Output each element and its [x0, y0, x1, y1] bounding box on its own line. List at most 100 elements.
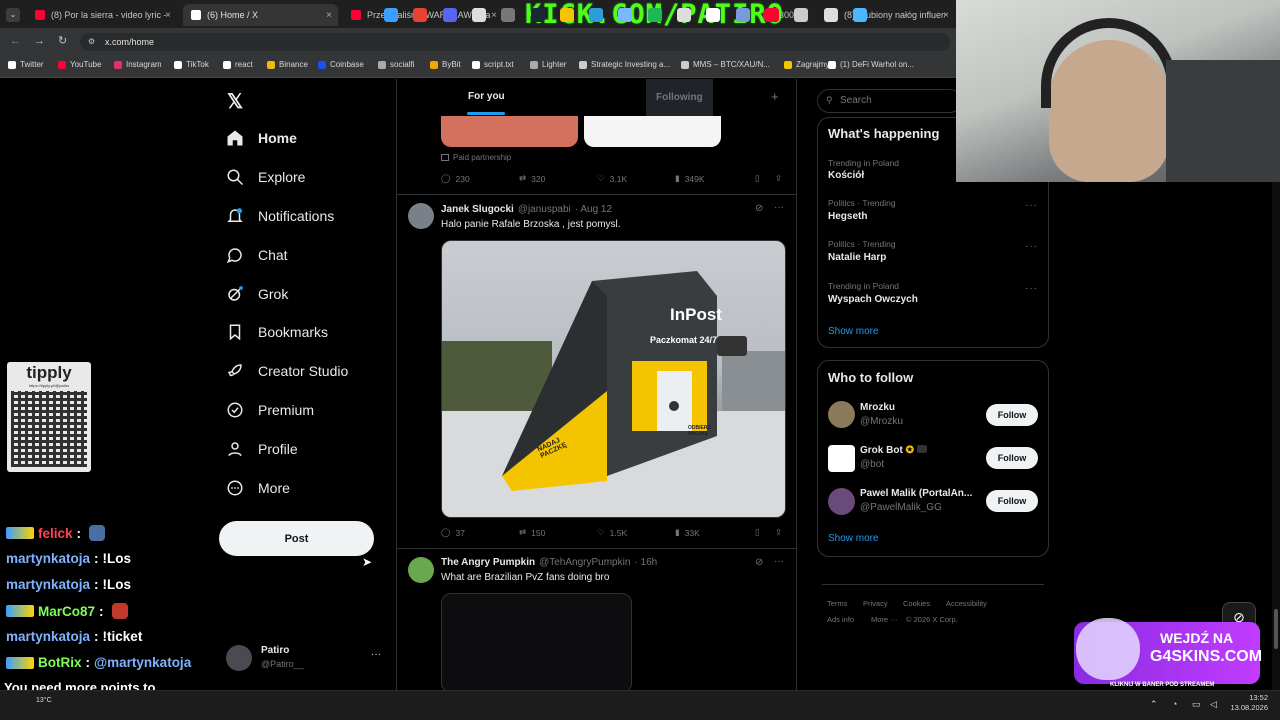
nav-explore[interactable]: Explore — [226, 168, 305, 186]
close-tab-icon[interactable]: × — [326, 10, 332, 21]
forward-icon[interactable]: → — [34, 35, 45, 47]
tab-for-you[interactable]: For you — [468, 91, 505, 102]
discord-icon[interactable] — [442, 8, 457, 22]
nav-creator-studio[interactable]: Creator Studio — [226, 362, 348, 380]
ad-image-2[interactable] — [584, 116, 721, 147]
steam-icon[interactable] — [530, 8, 545, 22]
ccleaner-icon[interactable] — [589, 8, 604, 22]
bookmark-item[interactable]: YouTube — [58, 60, 101, 69]
bookmark-item[interactable]: Lighter — [530, 60, 566, 69]
footer-link-privacy[interactable]: Privacy — [863, 599, 888, 608]
search-input[interactable]: Search — [817, 89, 962, 113]
x-icon[interactable] — [706, 8, 721, 22]
bookmark-button[interactable]: ▯ — [755, 173, 760, 184]
tab-following[interactable]: Following — [646, 79, 713, 116]
tweet-author-handle[interactable]: @TehAngryPumpkin — [539, 557, 630, 568]
ad-image-1[interactable] — [441, 116, 578, 147]
more-dots-icon[interactable]: ··· — [1025, 241, 1038, 252]
reload-icon[interactable]: ↻ — [58, 34, 67, 47]
bookmark-button[interactable]: ▯ — [755, 527, 760, 538]
footer-link-more[interactable]: More ··· — [871, 615, 898, 624]
obs-icon[interactable] — [501, 8, 516, 22]
footer-link-terms[interactable]: Terms — [827, 599, 847, 608]
reply-button[interactable]: ◯ 37 — [441, 527, 465, 538]
grok-icon[interactable]: ⊘ — [755, 557, 763, 568]
tweet-avatar[interactable] — [408, 557, 434, 583]
weather-widget[interactable]: 13°C — [36, 697, 52, 704]
files-icon[interactable] — [559, 8, 574, 22]
follow-button[interactable]: Follow — [986, 404, 1038, 426]
paint-icon[interactable] — [471, 8, 486, 22]
footer-link-cookies[interactable]: Cookies — [903, 599, 930, 608]
nav-premium[interactable]: Premium — [226, 401, 314, 419]
clock[interactable]: 13:52 13.08.2026 — [1228, 693, 1268, 713]
bell-icon[interactable] — [823, 8, 838, 22]
start-icon[interactable] — [384, 8, 398, 22]
scrollbar-thumb[interactable] — [1274, 609, 1278, 649]
games-icon[interactable] — [735, 8, 750, 22]
bookmark-item[interactable]: react — [223, 60, 253, 69]
close-tab-icon[interactable]: × — [491, 10, 497, 21]
youtube-icon[interactable] — [764, 8, 779, 22]
tweet-more-icon[interactable]: ··· — [774, 202, 784, 213]
volume-icon[interactable]: ▭ — [1192, 699, 1201, 710]
tweet-author-name[interactable]: Janek Slugocki — [441, 204, 514, 215]
grok-icon[interactable]: ⊘ — [755, 203, 763, 214]
back-icon[interactable]: ← — [10, 35, 21, 47]
follow-button[interactable]: Follow — [986, 490, 1038, 512]
notepad-icon[interactable] — [852, 8, 867, 22]
x-logo-icon[interactable]: 𝕏 — [227, 89, 243, 114]
tray-up-icon[interactable]: ⌃ — [1150, 699, 1158, 710]
nav-grok[interactable]: Grok — [226, 285, 288, 303]
nav-bookmarks[interactable]: Bookmarks — [226, 323, 328, 341]
bookmark-item[interactable]: Coinbase — [318, 60, 364, 69]
bookmark-item[interactable]: Zagrajmy — [784, 60, 829, 69]
share-button[interactable]: ⇪ — [775, 173, 782, 184]
browser-tab[interactable]: (6) Home / X × — [183, 4, 338, 26]
close-tab-icon[interactable]: × — [165, 10, 171, 21]
promo-banner[interactable]: WEJDŹ NA G4SKINS.COM KLIKNIJ W BANER POD… — [1064, 616, 1262, 692]
more-dots-icon[interactable]: ··· — [1025, 283, 1038, 294]
reply-button[interactable]: ◯ 230 — [441, 173, 470, 184]
bookmark-item[interactable]: TikTok — [174, 60, 209, 69]
browser-tab[interactable]: (8) Por la sierra - video lyric - Yo × — [27, 4, 177, 26]
views-button[interactable]: ▮ 349K — [675, 173, 705, 184]
add-tab-icon[interactable]: + — [771, 89, 779, 104]
tweet-more-icon[interactable]: ··· — [774, 556, 784, 567]
follow-button[interactable]: Follow — [986, 447, 1038, 469]
nav-profile[interactable]: Profile — [226, 440, 298, 458]
app-icon[interactable] — [677, 8, 691, 22]
bookmark-item[interactable]: socialfi — [378, 60, 414, 69]
more-dots-icon[interactable]: ··· — [1025, 200, 1038, 211]
close-tab-icon[interactable]: × — [943, 10, 949, 21]
tweet-video[interactable] — [441, 593, 632, 690]
tweet-author-name[interactable]: The Angry Pumpkin — [441, 557, 535, 568]
tweet-avatar[interactable] — [408, 203, 434, 229]
repost-button[interactable]: ⇄ 320 — [519, 173, 545, 184]
tweet-image[interactable]: InPost Paczkomat 24/7 NADAJ PACZKĘ ODBIE… — [441, 240, 786, 518]
nav-notifications[interactable]: Notifications — [226, 207, 334, 225]
spotify-icon[interactable] — [647, 8, 662, 22]
bookmark-item[interactable]: (1) DeFi Warhol on... — [828, 60, 914, 69]
more-dots-icon[interactable]: ··· — [371, 649, 381, 660]
views-button[interactable]: ▮ 33K — [675, 527, 700, 538]
show-more-link[interactable]: Show more — [828, 533, 879, 544]
footer-link-accessibility[interactable]: Accessibility — [946, 599, 987, 608]
wifi-icon[interactable]: ◔ — [1172, 699, 1177, 709]
nav-chat[interactable]: Chat — [226, 246, 288, 264]
like-button[interactable]: ♡ 3.1K — [597, 173, 627, 184]
tab-list-button[interactable]: ⌄ — [6, 8, 20, 22]
account-switcher[interactable]: Patiro @Patiro__ ··· — [226, 643, 386, 673]
like-button[interactable]: ♡ 1.5K — [597, 527, 627, 538]
nav-more[interactable]: More — [226, 479, 290, 497]
tweet-date[interactable]: · Aug 12 — [575, 204, 612, 215]
site-info-icon[interactable]: ⚙ — [88, 37, 95, 46]
address-field[interactable]: x.com/home — [80, 33, 950, 51]
chrome-icon[interactable] — [413, 8, 428, 22]
rl-icon[interactable] — [794, 8, 809, 22]
bookmark-item[interactable]: script.txt — [472, 60, 514, 69]
show-more-link[interactable]: Show more — [828, 326, 879, 337]
bookmark-item[interactable]: ByBit — [430, 60, 461, 69]
bookmark-item[interactable]: Strategic Investing a... — [579, 60, 670, 69]
tweet-date[interactable]: · 16h — [634, 557, 657, 568]
